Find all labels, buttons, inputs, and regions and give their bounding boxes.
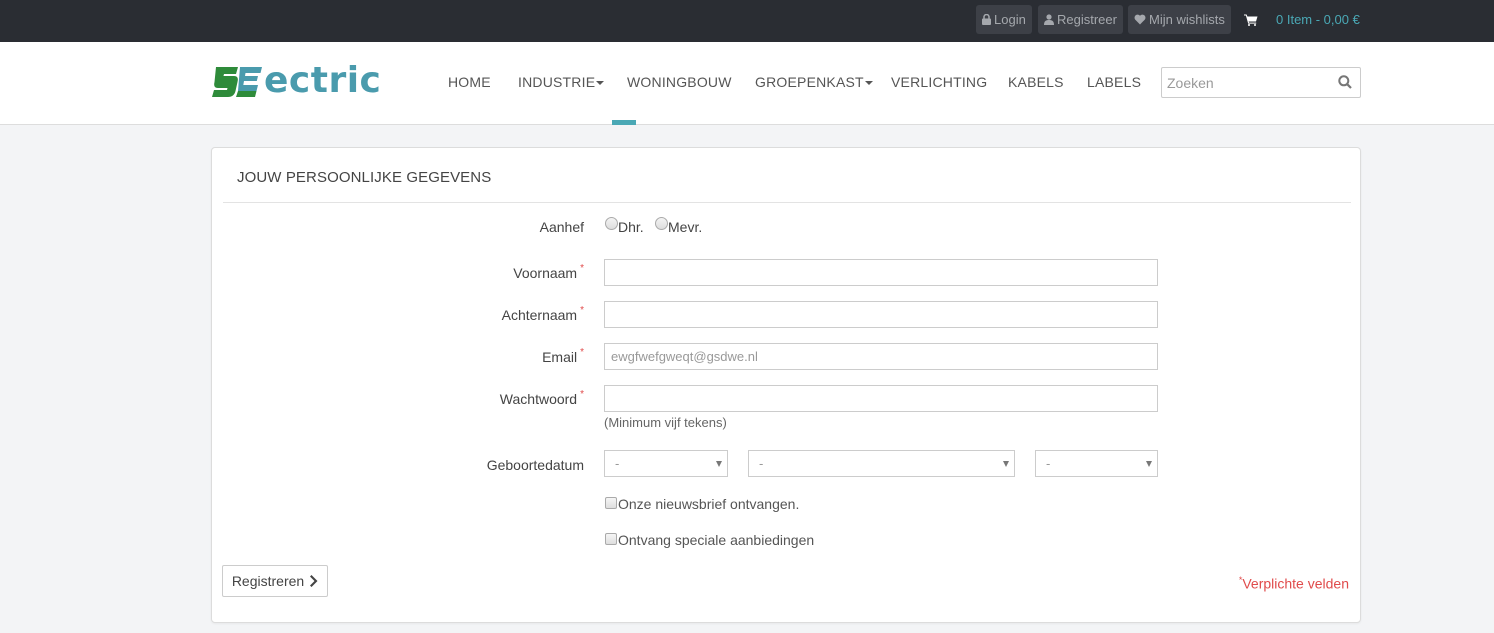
register-button[interactable]: Registreren: [222, 565, 328, 597]
dropdown-arrow-icon: [1146, 461, 1152, 467]
radio-mevr-label: Mevr.: [668, 219, 703, 235]
first-name-field[interactable]: [604, 259, 1158, 286]
nav-groepenkast[interactable]: GROEPENKAST: [755, 74, 873, 90]
newsletter-label: Onze nieuwsbrief ontvangen.: [618, 496, 800, 512]
offers-label: Ontvang speciale aanbiedingen: [618, 532, 815, 548]
first-name-label-text: Voornaam: [513, 265, 578, 281]
email-label: Email *: [542, 347, 584, 365]
register-button-label: Registreren: [231, 573, 305, 589]
nav-verlichting-label: VERLICHTING: [891, 74, 988, 90]
site-header: ectric HOME INDUSTRIE WONINGBOUW GROEPEN…: [0, 42, 1494, 125]
password-hint: (Minimum vijf tekens): [604, 415, 727, 430]
shopping-cart-icon: [1244, 14, 1258, 26]
brand-logo[interactable]: ectric: [212, 60, 386, 104]
nav-industrie-label: INDUSTRIE: [518, 74, 596, 90]
birth-month-value: -: [759, 456, 764, 471]
email-label-text: Email: [542, 349, 578, 365]
required-note-text: Verplichte velden: [1242, 575, 1349, 592]
password-label: Wachtwoord *: [499, 389, 584, 407]
radio-dhr[interactable]: [605, 217, 618, 230]
birth-year-select[interactable]: -: [1035, 450, 1158, 477]
first-name-label: Voornaam *: [513, 263, 584, 281]
register-link-button[interactable]: Registreer: [1038, 5, 1123, 34]
heart-icon: [1134, 14, 1146, 25]
last-name-label-text: Achternaam: [501, 307, 578, 323]
logo-mark-icon: [212, 67, 262, 97]
nav-kabels[interactable]: KABELS: [1008, 74, 1064, 90]
nav-industrie[interactable]: INDUSTRIE: [518, 74, 605, 90]
birthdate-label: Geboortedatum: [486, 457, 584, 473]
required-fields-note: *Verplichte velden: [1239, 575, 1349, 592]
cart-link[interactable]: 0 Item - 0,00 €: [1244, 5, 1360, 34]
radio-dhr-label: Dhr.: [618, 219, 644, 235]
search-input[interactable]: [1162, 68, 1322, 97]
offers-checkbox[interactable]: [605, 533, 617, 545]
cart-summary: 0 Item - 0,00 €: [1276, 12, 1360, 27]
newsletter-checkbox[interactable]: [605, 497, 617, 509]
nav-kabels-label: KABELS: [1008, 74, 1064, 90]
password-label-text: Wachtwoord: [499, 391, 578, 407]
password-field[interactable]: [604, 385, 1158, 412]
caret-down-icon: [596, 81, 605, 86]
card-title: JOUW PERSOONLIJKE GEGEVENS: [237, 169, 492, 186]
nav-woningbouw[interactable]: WONINGBOUW: [627, 74, 732, 90]
login-button[interactable]: Login: [976, 5, 1032, 34]
nav-labels[interactable]: LABELS: [1087, 74, 1141, 90]
required-mark: *: [580, 305, 584, 316]
nav-groepenkast-label: GROEPENKAST: [755, 74, 864, 90]
nav-labels-label: LABELS: [1087, 74, 1142, 90]
email-field[interactable]: [604, 343, 1158, 370]
caret-down-icon: [864, 81, 873, 86]
logo-text: ectric: [264, 60, 382, 101]
birth-month-select[interactable]: -: [748, 450, 1015, 477]
birth-day-select[interactable]: -: [604, 450, 728, 477]
registration-card: JOUW PERSOONLIJKE GEGEVENS Aanhef Dhr. M…: [211, 147, 1361, 623]
dropdown-arrow-icon: [1003, 461, 1009, 467]
nav-home[interactable]: HOME: [448, 74, 491, 90]
wishlist-label: Mijn wishlists: [1149, 12, 1225, 27]
nav-woningbouw-label: WONINGBOUW: [627, 74, 732, 90]
login-label: Login: [994, 12, 1026, 27]
salutation-label: Aanhef: [539, 219, 584, 235]
required-mark: *: [580, 389, 584, 400]
register-label: Registreer: [1057, 12, 1117, 27]
required-mark: *: [580, 263, 584, 274]
divider: [223, 202, 1351, 203]
nav-verlichting[interactable]: VERLICHTING: [891, 74, 987, 90]
radio-mevr[interactable]: [655, 217, 668, 230]
dropdown-arrow-icon: [716, 461, 722, 467]
birth-year-value: -: [1046, 456, 1051, 471]
search-box: [1161, 67, 1361, 98]
last-name-label: Achternaam *: [501, 305, 584, 323]
last-name-field[interactable]: [604, 301, 1158, 328]
nav-home-label: HOME: [448, 74, 491, 90]
search-icon[interactable]: [1338, 75, 1352, 89]
required-mark: *: [580, 347, 584, 358]
lock-icon: [982, 14, 991, 25]
birth-day-value: -: [615, 456, 620, 471]
user-icon: [1044, 14, 1054, 25]
active-nav-indicator: [612, 120, 636, 125]
wishlist-button[interactable]: Mijn wishlists: [1128, 5, 1231, 34]
top-bar: Login Registreer Mijn wishlists 0 Item -…: [0, 0, 1494, 42]
chevron-right-icon: [310, 575, 318, 587]
